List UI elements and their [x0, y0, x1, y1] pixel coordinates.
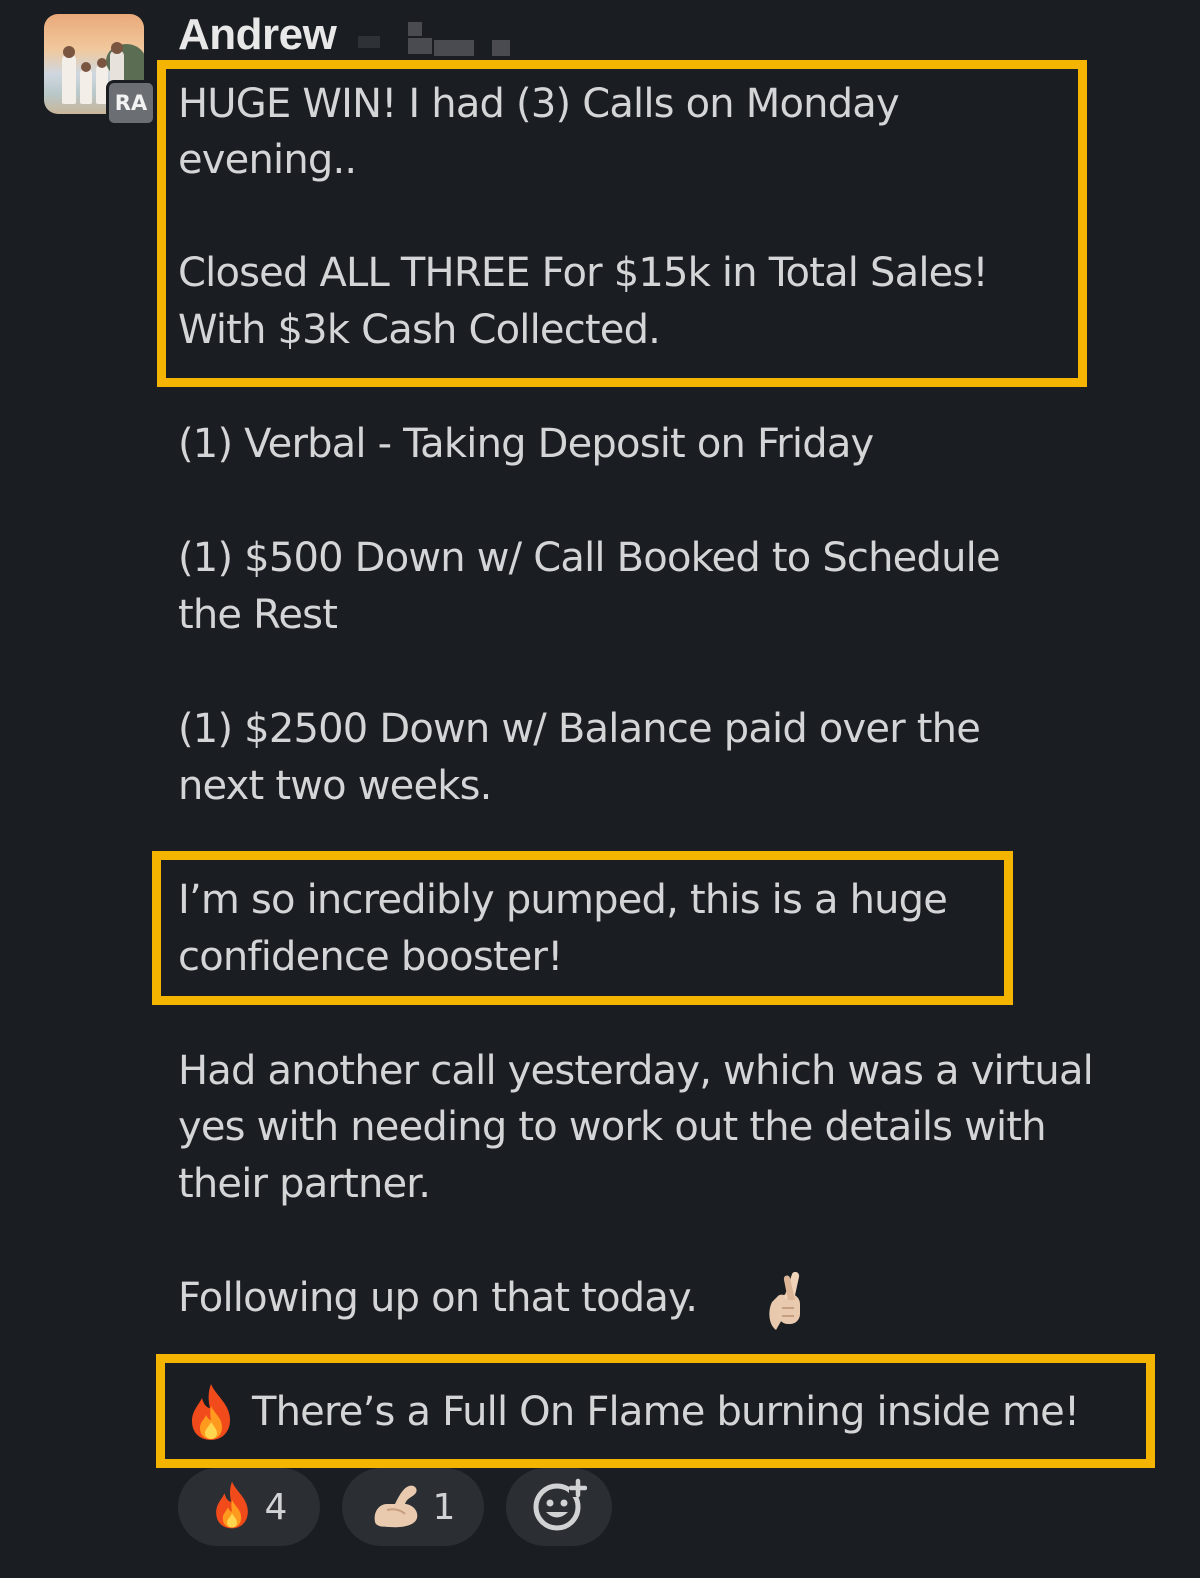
reaction-flexed-biceps[interactable]: 1 [342, 1468, 484, 1546]
add-reaction-icon [531, 1477, 588, 1537]
message-line: next two weeks. [178, 763, 492, 809]
fire-icon [211, 1480, 253, 1534]
reaction-fire[interactable]: 4 [178, 1468, 320, 1546]
message-line: I’m so incredibly pumped, this is a huge [178, 877, 948, 923]
message-line: (1) $500 Down w/ Call Booked to Schedule [178, 535, 1001, 581]
avatar-photo-person [80, 68, 92, 104]
avatar-badge: RA [106, 80, 156, 126]
message-line: With $3k Cash Collected. [178, 307, 661, 353]
flexed-biceps-icon [371, 1482, 421, 1532]
message-line: Following up on that today. [178, 1275, 698, 1321]
message-line: the Rest [178, 592, 338, 638]
message-line: yes with needing to work out the details… [178, 1104, 1047, 1150]
reaction-count: 1 [432, 1486, 456, 1528]
fire-icon [186, 1382, 236, 1442]
message-line: confidence booster! [178, 934, 563, 980]
message-line: (1) $2500 Down w/ Balance paid over the [178, 706, 981, 752]
avatar-photo-head [111, 42, 123, 54]
reaction-count: 4 [264, 1486, 288, 1528]
message-line: There’s a Full On Flame burning inside m… [252, 1389, 1080, 1435]
avatar-photo-head [81, 62, 91, 72]
message-line: HUGE WIN! I had (3) Calls on Monday [178, 81, 900, 127]
username[interactable]: Andrew [178, 10, 337, 60]
message-line: (1) Verbal - Taking Deposit on Friday [178, 421, 874, 467]
avatar-photo-head [63, 46, 75, 58]
message-line: Had another call yesterday, which was a … [178, 1048, 1094, 1094]
message-line: Closed ALL THREE For $15k in Total Sales… [178, 250, 989, 296]
add-reaction-button[interactable] [506, 1468, 612, 1546]
crossed-fingers-icon [764, 1271, 810, 1330]
avatar-photo-head [97, 58, 107, 68]
message-line: evening.. [178, 137, 357, 183]
avatar-photo-person [62, 54, 76, 104]
message-line: their partner. [178, 1161, 431, 1207]
